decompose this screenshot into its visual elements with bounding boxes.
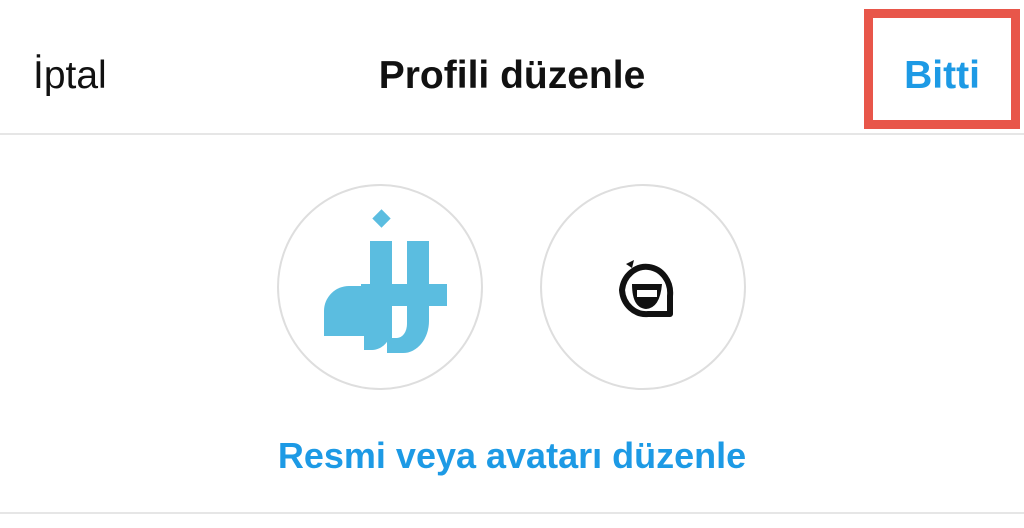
divider [0, 512, 1024, 514]
profile-picture[interactable] [277, 184, 483, 390]
dijital-logo-icon [324, 209, 447, 353]
done-button[interactable]: Bitti [864, 52, 1020, 100]
edit-picture-or-avatar-link[interactable]: Resmi veya avatarı düzenle [0, 432, 1024, 480]
top-navigation-bar: İptal Profili düzenle Bitti [0, 0, 1024, 135]
avatar-sticker[interactable] [540, 184, 746, 390]
smiling-face-icon [619, 260, 674, 318]
